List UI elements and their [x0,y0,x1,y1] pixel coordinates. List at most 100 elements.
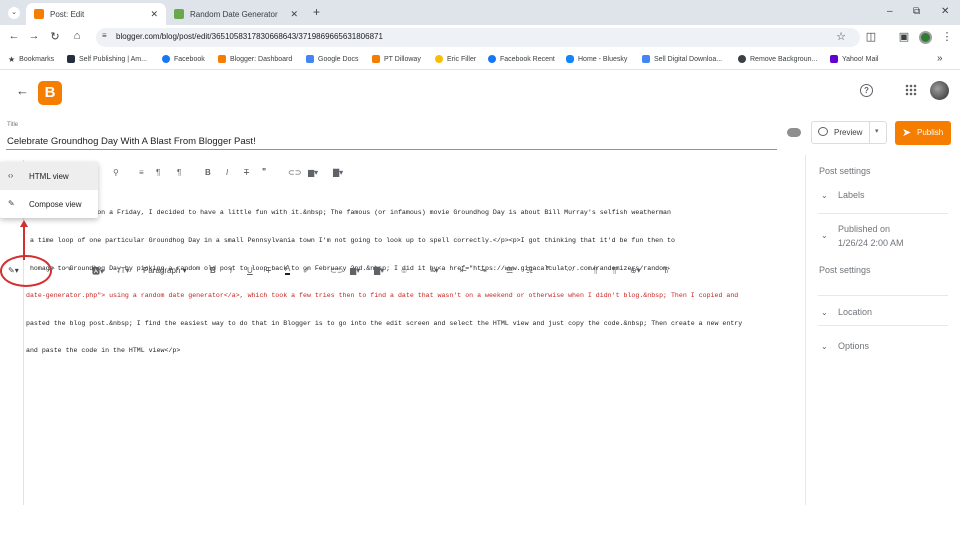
close-window-button[interactable]: ✕ [941,6,949,17]
link-icon[interactable]: ⊂⊃ [288,168,301,177]
chevron-down-icon[interactable]: ⌄ [821,308,828,317]
location-section[interactable]: Location [838,307,872,317]
html-view-label: HTML view [29,172,69,181]
text-color-icon[interactable]: A [285,264,291,275]
address-bar[interactable]: ≡ blogger.com/blog/post/edit/36510583178… [96,28,860,47]
bookmark-item[interactable]: Blogger: Dashboard [218,55,292,63]
back-arrow-icon[interactable]: ← [7,30,21,42]
blogger-logo-icon[interactable]: B [38,81,62,105]
browser-tab-post-edit[interactable]: Post: Edit ✕ [26,3,166,25]
more-icon[interactable]: ··· [566,266,574,275]
help-icon[interactable]: ? [860,84,873,97]
minimize-window-button[interactable]: – [887,6,893,17]
numbered-list-icon[interactable]: ☷ [526,266,533,275]
published-date[interactable]: 1/26/24 2:00 AM [838,238,904,248]
new-tab-button[interactable]: + [313,5,320,19]
highlight-pen-icon[interactable]: ✐ [303,266,310,275]
undo-icon[interactable]: ↶ [48,265,55,274]
insert-video-icon[interactable]: ▇▾ [333,168,343,177]
restore-window-button[interactable]: ⧉ [913,6,920,17]
pencil-mode-icon[interactable]: ✎▾ [8,266,19,275]
publish-button[interactable]: ➤ Publish [895,121,951,145]
align-icon[interactable]: ≡▾ [430,266,439,275]
format-icon[interactable]: ≡ [139,168,144,177]
bookmark-item[interactable]: Eric Filler [435,55,476,63]
search-icon[interactable]: ⚲ [113,168,119,177]
code-line: and paste the code in the HTML view</p> [26,347,181,355]
browser-tab-random-date[interactable]: Random Date Generator ✕ [166,3,306,25]
chevron-down-icon[interactable]: ⌄ [821,231,828,240]
paragraph-style-dropdown[interactable]: Paragraph ▾ [143,266,187,275]
profile-avatar[interactable] [919,31,932,44]
bookmark-item[interactable]: PT Dilloway [372,55,421,63]
bookmark-item[interactable]: Home - Bluesky [566,55,627,63]
chevron-down-icon[interactable]: ⌄ [821,191,828,200]
bookmark-item[interactable]: Sell Digital Downloa... [642,55,722,63]
reload-icon[interactable]: ↻ [48,30,62,43]
bookmark-item[interactable]: Yahoo! Mail [830,55,878,63]
close-tab-icon[interactable]: ✕ [290,9,298,20]
bookmark-item[interactable]: ★ Bookmarks [8,55,54,64]
bookmark-star-icon[interactable]: ☆ [834,30,848,43]
site-info-icon[interactable]: ≡ [102,31,107,40]
browser-toolbar: ← → ↻ ⌂ ≡ blogger.com/blog/post/edit/365… [0,25,960,50]
preview-button[interactable]: Preview ▾ [811,121,887,144]
labels-section[interactable]: Labels [838,190,865,200]
account-avatar[interactable] [930,81,949,100]
bulleted-list-icon[interactable]: ☰ [506,266,513,275]
bookmark-item[interactable]: Remove Backgroun... [738,55,817,63]
chevron-down-icon[interactable]: ⌄ [821,342,828,351]
font-icon[interactable]: 🅰▾ [92,266,104,277]
text-size-icon[interactable]: ᴛT▾ [117,266,130,275]
google-apps-icon[interactable] [905,84,917,96]
emoji-icon[interactable]: ☺ [400,266,408,275]
bookmark-item[interactable]: Facebook Recent [488,55,555,63]
forward-arrow-icon[interactable]: → [27,30,41,42]
browser-menu-icon[interactable]: ⋮ [940,30,954,43]
side-panel-icon[interactable]: ▣ [897,30,911,43]
post-title-input[interactable]: Celebrate Groundhog Day With A Blast Fro… [7,136,256,147]
language-globe-icon[interactable]: ⊕▾ [630,266,641,275]
quote-icon[interactable]: ❞ [546,265,550,274]
paragraph-mark-icon[interactable]: ¶ [593,266,597,275]
close-tab-icon[interactable]: ✕ [150,9,158,20]
insert-image-icon[interactable]: ▆▾ [350,266,360,275]
insert-image-icon[interactable]: ▆▾ [308,168,318,177]
paragraph-mark-rtl-icon[interactable]: ¶ [177,168,181,177]
indent-more-icon[interactable]: ⇥ [480,266,487,275]
bookmark-item[interactable]: Facebook [162,55,205,63]
options-section[interactable]: Options [838,341,869,351]
url-text[interactable]: blogger.com/blog/post/edit/3651058317830… [116,32,383,41]
strikethrough-icon[interactable]: T [244,168,249,177]
post-settings-heading: Post settings [819,166,871,176]
compose-view-option[interactable]: ✎ Compose view [0,190,98,218]
bookmark-item[interactable]: Self Publishing | Am... [67,55,147,63]
chevron-down-icon[interactable]: ▾ [875,127,879,135]
bold-icon[interactable]: B [205,168,211,177]
italic-icon[interactable]: I [230,266,232,275]
insert-video-icon[interactable]: ▇▾ [374,266,384,275]
link-icon[interactable]: ⊂⊃ [330,266,343,275]
home-icon[interactable]: ⌂ [70,30,84,42]
redo-icon[interactable]: ↷ [65,265,72,274]
divider [818,325,948,326]
bookmarks-bar: ★ Bookmarks Self Publishing | Am... Faceb… [0,50,960,70]
back-arrow-icon[interactable]: ← [16,83,29,98]
indent-less-icon[interactable]: ⇤ [460,266,467,275]
strikethrough-icon[interactable]: T [266,266,271,275]
paragraph-mark-rtl-icon[interactable]: ¶ [612,266,616,275]
bookmark-item[interactable]: Google Docs [306,55,358,63]
html-source-editor[interactable]: oundhog Day falls on a Friday, I decided… [26,190,806,365]
tab-search-chevron-icon[interactable]: ⌄ [8,7,20,19]
published-on-label[interactable]: Published on [838,224,890,234]
more-bookmarks-icon[interactable]: » [937,53,943,64]
quote-icon[interactable]: ❞ [262,167,266,176]
clear-formatting-icon[interactable]: T̸ [663,266,668,275]
bold-icon[interactable]: B [210,266,216,275]
code-line: oundhog Day falls on a Friday, I decided… [26,209,671,217]
paragraph-mark-icon[interactable]: ¶ [156,168,160,177]
extensions-icon[interactable]: ◫ [864,30,878,43]
italic-icon[interactable]: I [226,168,228,177]
underline-icon[interactable]: U [247,266,253,275]
html-view-option[interactable]: ‹› HTML view [0,162,98,190]
